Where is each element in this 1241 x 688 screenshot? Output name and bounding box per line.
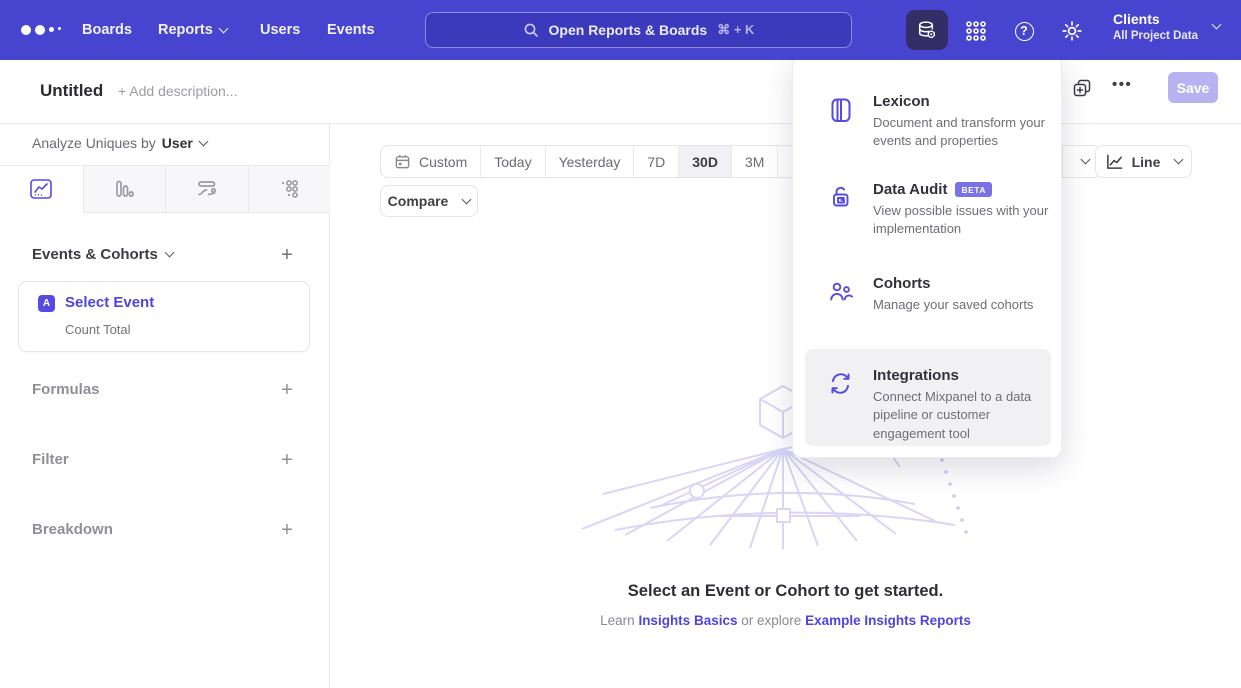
event-card[interactable]: A Select Event Count Total (18, 281, 310, 352)
range-custom[interactable]: Custom (381, 146, 480, 177)
nav-boards[interactable]: Boards (82, 0, 132, 60)
metrics-tab[interactable] (248, 166, 331, 212)
chart-type-tabs (0, 165, 330, 213)
empty-state-links: Learn Insights Basics or explore Example… (330, 613, 1241, 628)
chevron-down-icon (164, 248, 174, 258)
flow-chart-tab[interactable] (165, 166, 248, 212)
cohorts-people-icon (828, 279, 854, 304)
beta-badge: BETA (955, 182, 992, 197)
analyze-prefix-label: Analyze Uniques by (32, 135, 156, 151)
menu-item-integrations[interactable]: Integrations Connect Mixpanel to a data … (793, 367, 1063, 447)
mixpanel-logo-icon[interactable] (21, 0, 61, 60)
add-breakdown-button[interactable]: + (274, 517, 300, 543)
save-button[interactable]: Save (1168, 72, 1218, 103)
series-a-badge: A (38, 295, 55, 312)
menu-item-cohorts[interactable]: Cohorts Manage your saved cohorts (793, 275, 1063, 331)
search-shortcut: ⌘ + K (717, 22, 754, 38)
help-icon[interactable]: ? (1008, 15, 1040, 47)
breakdown-header: Breakdown (32, 521, 113, 538)
duplicate-icon[interactable] (1071, 77, 1093, 99)
analyze-by-dropdown[interactable]: User (162, 135, 207, 151)
project-name: Clients (1113, 11, 1198, 27)
search-placeholder: Open Reports & Boards (549, 22, 708, 38)
chevron-down-icon (1212, 20, 1222, 30)
line-chart-tab[interactable] (0, 166, 83, 212)
empty-state-title: Select an Event or Cohort to get started… (330, 582, 1241, 601)
menu-item-data-audit[interactable]: Data AuditBETA View possible issues with… (793, 181, 1063, 251)
more-options-icon[interactable]: ••• (1112, 76, 1132, 93)
apps-grid-icon[interactable] (960, 15, 992, 47)
add-description-field[interactable]: + Add description... (118, 83, 237, 99)
project-selector[interactable]: Clients All Project Data (1113, 11, 1198, 42)
chevron-down-icon (1174, 155, 1184, 165)
count-total-label[interactable]: Count Total (65, 322, 131, 337)
menu-item-lexicon[interactable]: Lexicon Document and transform your even… (793, 93, 1063, 169)
events-cohorts-header[interactable]: Events & Cohorts (32, 246, 173, 263)
line-chart-icon (1105, 153, 1124, 171)
data-audit-icon (828, 185, 853, 211)
data-management-icon[interactable] (906, 10, 948, 50)
example-insights-reports-link[interactable]: Example Insights Reports (805, 613, 971, 628)
chevron-down-icon (218, 23, 228, 33)
filter-header: Filter (32, 451, 69, 468)
integrations-sync-icon (828, 371, 853, 396)
search-input[interactable]: Open Reports & Boards ⌘ + K (425, 12, 852, 48)
insights-basics-link[interactable]: Insights Basics (638, 613, 737, 628)
range-3m[interactable]: 3M (731, 146, 777, 177)
chevron-down-icon (462, 194, 472, 204)
range-today[interactable]: Today (480, 146, 544, 177)
nav-reports[interactable]: Reports (158, 0, 227, 60)
nav-users[interactable]: Users (260, 0, 300, 60)
metrics-dots-icon (278, 178, 300, 200)
nav-events[interactable]: Events (327, 0, 375, 60)
chart-type-button[interactable]: Line (1095, 145, 1192, 178)
data-management-menu: Lexicon Document and transform your even… (792, 56, 1062, 458)
formulas-header: Formulas (32, 381, 100, 398)
select-event-label: Select Event (65, 294, 154, 311)
settings-gear-icon[interactable] (1056, 15, 1088, 47)
calendar-icon (394, 153, 411, 170)
add-filter-button[interactable]: + (274, 447, 300, 473)
report-title[interactable]: Untitled (40, 81, 103, 101)
search-icon (523, 22, 539, 38)
range-yesterday[interactable]: Yesterday (545, 146, 634, 177)
chevron-down-icon (198, 136, 208, 146)
project-scope: All Project Data (1113, 30, 1198, 42)
bar-chart-tab[interactable] (83, 166, 166, 212)
chevron-down-icon (1081, 155, 1091, 165)
compare-button[interactable]: Compare (380, 185, 478, 217)
query-builder-sidebar: Analyze Uniques by User (0, 124, 330, 688)
bar-chart-icon (113, 178, 135, 200)
lexicon-book-icon (828, 97, 854, 124)
analyze-row: Analyze Uniques by User (32, 135, 207, 151)
flow-chart-icon (196, 178, 218, 200)
add-event-button[interactable]: + (274, 242, 300, 268)
line-chart-icon (29, 178, 53, 200)
range-30d[interactable]: 30D (678, 146, 731, 177)
top-navbar: Boards Reports Users Events Open Reports… (0, 0, 1241, 60)
range-7d[interactable]: 7D (633, 146, 678, 177)
add-formula-button[interactable]: + (274, 377, 300, 403)
